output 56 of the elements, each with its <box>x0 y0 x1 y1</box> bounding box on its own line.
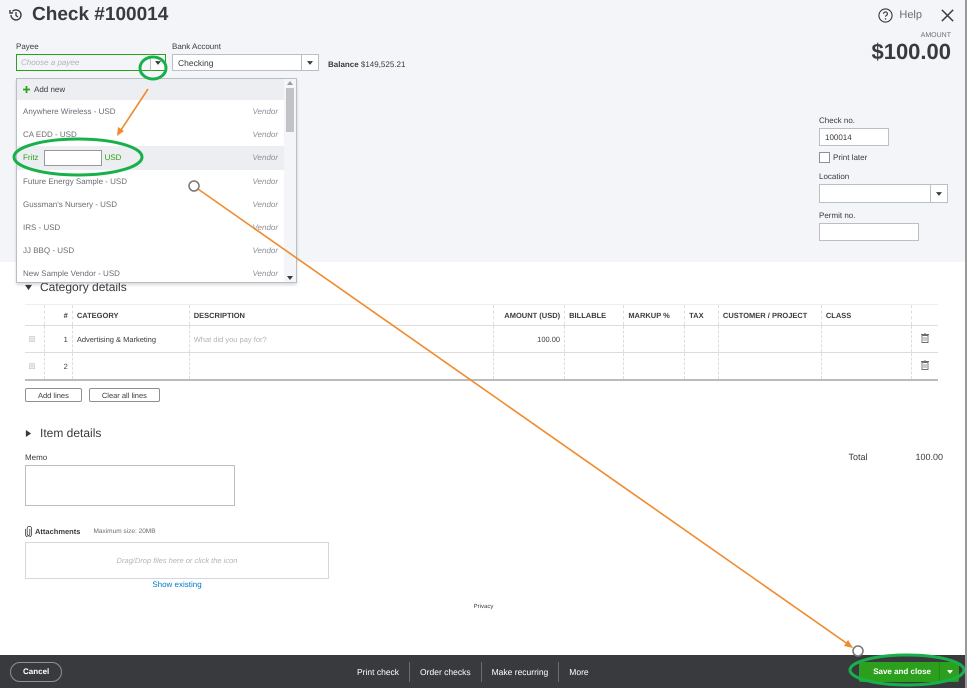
show-existing-link[interactable]: Show existing <box>152 580 202 589</box>
memo-field[interactable] <box>25 465 235 506</box>
footer-action[interactable]: Make recurring <box>482 666 558 676</box>
scrollbar[interactable] <box>284 79 296 282</box>
help-link[interactable]: Help <box>899 9 922 21</box>
bank-account-label: Bank Account <box>172 42 222 51</box>
total-value: 100.00 <box>915 452 943 464</box>
scrollbar-thumb[interactable] <box>286 88 294 132</box>
payee-option[interactable]: IRS - USD Vendor <box>17 216 284 240</box>
close-icon[interactable] <box>940 8 955 22</box>
print-later-label: Print later <box>833 153 868 162</box>
payee-option[interactable]: Future Energy Sample - USD Vendor <box>17 170 284 193</box>
check-number-field[interactable]: 100014 <box>819 128 889 146</box>
permit-number-label: Permit no. <box>819 211 856 220</box>
circle-marker <box>852 645 864 657</box>
caret-icon[interactable] <box>155 60 161 64</box>
drag-handle-icon[interactable] <box>29 336 35 342</box>
bank-account-select[interactable]: Checking <box>172 54 319 71</box>
payee-label: Payee <box>16 42 40 51</box>
payee-option[interactable]: Gussman's Nursery - USD Vendor <box>17 192 284 216</box>
cancel-button[interactable]: Cancel <box>10 662 62 682</box>
plus-icon <box>23 86 30 93</box>
memo-label: Memo <box>25 453 48 462</box>
trash-icon[interactable] <box>921 360 930 370</box>
highlight-ellipse <box>138 56 168 80</box>
payee-option[interactable]: Anywhere Wireless - USD Vendor <box>17 100 284 124</box>
scroll-up-icon[interactable] <box>287 81 293 85</box>
location-label: Location <box>819 172 850 181</box>
balance-text: Balance $149,525.21 <box>328 60 406 69</box>
print-later-checkbox[interactable] <box>819 152 830 163</box>
drag-handle-icon[interactable] <box>29 362 35 368</box>
history-icon[interactable] <box>8 7 24 23</box>
footer-action[interactable]: More <box>559 666 599 676</box>
payee-option[interactable]: JJ BBQ - USD Vendor <box>17 239 284 262</box>
circle-marker <box>188 180 200 192</box>
caret-icon[interactable] <box>936 192 942 196</box>
triangle-icon[interactable] <box>25 284 32 290</box>
footer-action[interactable]: Print check <box>347 666 410 676</box>
amount-value: $100.00 <box>871 39 951 65</box>
total-label: Total <box>848 452 868 464</box>
section-title[interactable]: Item details <box>40 426 102 440</box>
arrow <box>117 88 149 136</box>
paperclip-icon[interactable] <box>25 526 32 537</box>
check-number-label: Check no. <box>819 116 856 125</box>
add-new-option[interactable]: Add new <box>17 79 284 100</box>
window-title: Check #100014 <box>32 4 168 26</box>
help-icon[interactable] <box>878 8 894 22</box>
permit-number-field[interactable] <box>819 223 919 241</box>
payee-option[interactable]: CA EDD - USD Vendor <box>17 123 284 146</box>
scroll-down-icon[interactable] <box>287 276 293 280</box>
trash-icon[interactable] <box>921 333 930 343</box>
caret-icon[interactable] <box>307 60 313 64</box>
triangle-icon[interactable] <box>25 430 32 436</box>
footer-action[interactable]: Order checks <box>410 666 481 676</box>
payee-field[interactable]: Choose a payee <box>16 54 150 71</box>
section-title[interactable]: Category details <box>40 280 127 294</box>
